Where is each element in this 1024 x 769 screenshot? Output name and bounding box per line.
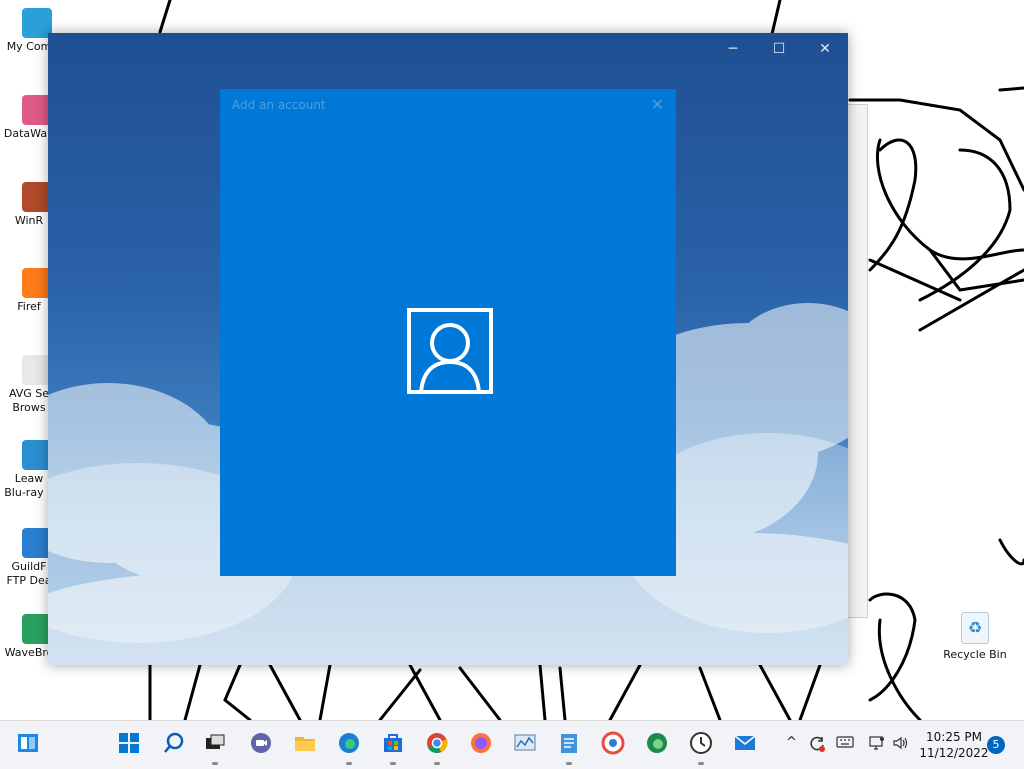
mail-icon bbox=[733, 731, 757, 759]
teams-taskbar-button[interactable] bbox=[245, 729, 277, 761]
search-icon bbox=[162, 731, 186, 759]
running-indicator bbox=[698, 762, 704, 765]
monitor-chart-icon bbox=[513, 731, 537, 759]
clock-date: 11/12/2022 bbox=[919, 746, 989, 760]
dialog-title: Add an account bbox=[232, 98, 326, 112]
window-controls: ─ ☐ ✕ bbox=[710, 33, 848, 65]
notepad-icon bbox=[557, 731, 581, 759]
task-view-taskbar-button[interactable] bbox=[199, 729, 231, 765]
firefox-icon bbox=[469, 731, 493, 759]
dialog-close-icon[interactable]: ✕ bbox=[651, 95, 664, 114]
running-indicator bbox=[566, 762, 572, 765]
teams-chat-icon bbox=[249, 731, 273, 759]
running-indicator bbox=[390, 762, 396, 765]
recycle-bin-icon: ♻ bbox=[961, 612, 989, 644]
sync-icon[interactable] bbox=[808, 735, 826, 757]
network-icon[interactable] bbox=[868, 735, 886, 755]
edge-beta-taskbar-button[interactable] bbox=[641, 729, 673, 761]
recycle-bin-label: Recycle Bin bbox=[943, 648, 1007, 661]
widgets-taskbar-button[interactable] bbox=[12, 729, 44, 761]
close-button[interactable]: ✕ bbox=[802, 33, 848, 65]
recycle-bin[interactable]: ♻ Recycle Bin bbox=[940, 612, 1010, 661]
clock[interactable]: 10:25 PM 11/12/2022 bbox=[918, 729, 990, 761]
mail-taskbar-button[interactable] bbox=[729, 729, 761, 761]
file-explorer-taskbar-button[interactable] bbox=[289, 729, 321, 761]
avg-browser-taskbar-button[interactable] bbox=[597, 729, 629, 761]
task-view-icon bbox=[203, 731, 227, 759]
edge-taskbar-button[interactable] bbox=[333, 729, 365, 765]
background-window-edge bbox=[846, 104, 868, 618]
store-icon bbox=[381, 731, 405, 759]
windows-start-icon bbox=[117, 731, 141, 759]
clock-icon bbox=[689, 731, 713, 759]
taskbar: ^ 10:25 PM 11/12/2022 5 bbox=[0, 720, 1024, 769]
running-indicator bbox=[212, 762, 218, 765]
store-taskbar-button[interactable] bbox=[377, 729, 409, 765]
folder-icon bbox=[293, 731, 317, 759]
running-indicator bbox=[434, 762, 440, 765]
main-window: ─ ☐ ✕ Add an account ✕ bbox=[48, 33, 848, 665]
edge-icon bbox=[337, 731, 361, 759]
notification-badge[interactable]: 5 bbox=[987, 736, 1005, 754]
clock-time: 10:25 PM bbox=[926, 730, 982, 744]
clock-app-taskbar-button[interactable] bbox=[685, 729, 717, 765]
avg-browser-icon bbox=[601, 731, 625, 759]
edge-beta-icon bbox=[645, 731, 669, 759]
keyboard-icon[interactable] bbox=[836, 735, 854, 753]
notepad-taskbar-button[interactable] bbox=[553, 729, 585, 765]
person-icon bbox=[407, 308, 493, 394]
maximize-button[interactable]: ☐ bbox=[756, 33, 802, 65]
chrome-icon bbox=[425, 731, 449, 759]
add-account-dialog: Add an account ✕ bbox=[220, 89, 676, 576]
resource-monitor-taskbar-button[interactable] bbox=[509, 729, 541, 761]
chrome-taskbar-button[interactable] bbox=[421, 729, 453, 765]
show-hidden-icons-chevron[interactable]: ^ bbox=[786, 735, 797, 750]
widgets-icon bbox=[16, 731, 40, 759]
firefox-taskbar-button[interactable] bbox=[465, 729, 497, 761]
volume-icon[interactable] bbox=[892, 735, 910, 755]
search-taskbar-button[interactable] bbox=[158, 729, 190, 761]
start-taskbar-button[interactable] bbox=[113, 729, 145, 761]
running-indicator bbox=[346, 762, 352, 765]
minimize-button[interactable]: ─ bbox=[710, 33, 756, 65]
